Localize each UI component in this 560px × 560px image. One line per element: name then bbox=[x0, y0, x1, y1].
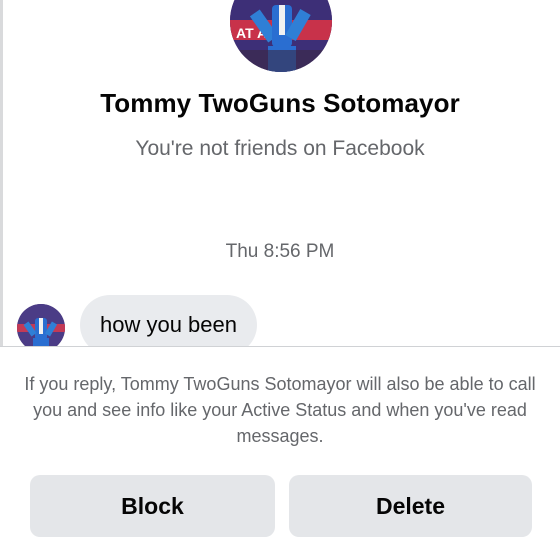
block-button[interactable]: Block bbox=[30, 475, 275, 537]
reply-notice-text: If you reply, Tommy TwoGuns Sotomayor wi… bbox=[24, 374, 536, 446]
delete-button[interactable]: Delete bbox=[289, 475, 532, 537]
profile-avatar[interactable]: AT A bbox=[230, 0, 332, 72]
sender-avatar[interactable] bbox=[17, 304, 65, 352]
message-timestamp: Thu 8:56 PM bbox=[225, 241, 335, 262]
friend-status-text: You're not friends on Facebook bbox=[135, 137, 425, 160]
contact-name: Tommy TwoGuns Sotomayor bbox=[100, 88, 460, 118]
sender-photo-image bbox=[17, 304, 65, 352]
profile-photo-image: AT A bbox=[230, 0, 332, 72]
message-request-screen: AT A Tommy TwoGuns Sotomayor You're not … bbox=[0, 0, 560, 560]
message-request-footer: If you reply, Tommy TwoGuns Sotomayor wi… bbox=[0, 346, 560, 560]
